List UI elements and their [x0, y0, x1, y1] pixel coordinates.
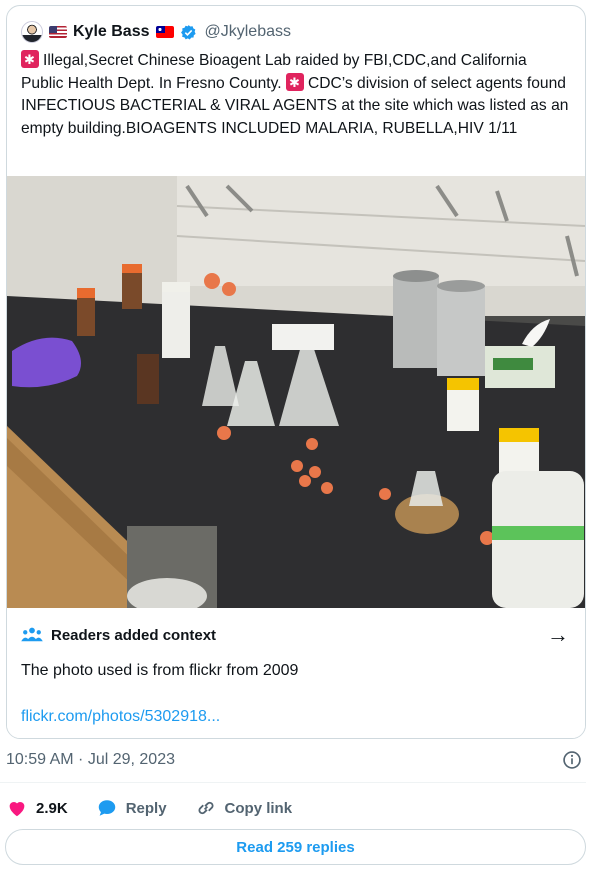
author-handle[interactable]: @Jkylebass	[205, 23, 292, 41]
copy-link-label: Copy link	[224, 799, 293, 817]
avatar[interactable]	[21, 21, 43, 43]
siren-emoji-icon	[21, 49, 39, 72]
us-flag-icon	[49, 26, 67, 38]
context-header: Readers added context	[21, 626, 216, 644]
heart-icon	[9, 802, 25, 817]
context-link[interactable]: flickr.com/photos/5302918...	[21, 708, 220, 726]
like-button[interactable]: 2.9K	[6, 797, 68, 819]
link-icon	[198, 801, 214, 815]
tweet-card[interactable]: Kyle Bass @Jkylebass Illegal,Secret Chin…	[6, 5, 586, 739]
action-bar: 2.9K Reply Copy link	[6, 796, 320, 820]
taiwan-flag-icon	[155, 26, 174, 38]
reply-button[interactable]: Reply	[96, 797, 167, 819]
like-count: 2.9K	[36, 799, 68, 817]
author-name[interactable]: Kyle Bass	[73, 23, 150, 41]
lab-bench-photo	[7, 176, 585, 608]
context-title: Readers added context	[51, 626, 217, 644]
community-notes[interactable]: Readers added context → The photo used i…	[7, 608, 585, 738]
copy-link-button[interactable]: Copy link	[195, 797, 293, 819]
people-icon	[21, 627, 43, 642]
tweet-text: Illegal,Secret Chinese Bioagent Lab raid…	[21, 49, 569, 140]
arrow-right-icon[interactable]: →	[547, 622, 569, 648]
info-icon[interactable]	[562, 750, 582, 770]
read-replies-button[interactable]: Read 259 replies	[5, 829, 586, 865]
verified-badge-icon	[180, 24, 196, 40]
tweet-photo[interactable]	[7, 176, 585, 608]
context-body: The photo used is from flickr from 2009	[21, 662, 299, 679]
reply-bubble-icon	[98, 800, 115, 816]
tweet-header: Kyle Bass @Jkylebass	[21, 20, 291, 44]
divider	[0, 782, 586, 783]
reply-label: Reply	[125, 799, 167, 817]
tweet-timestamp[interactable]: 10:59 AM · Jul 29, 2023	[6, 751, 175, 769]
siren-emoji-icon	[285, 72, 304, 94]
